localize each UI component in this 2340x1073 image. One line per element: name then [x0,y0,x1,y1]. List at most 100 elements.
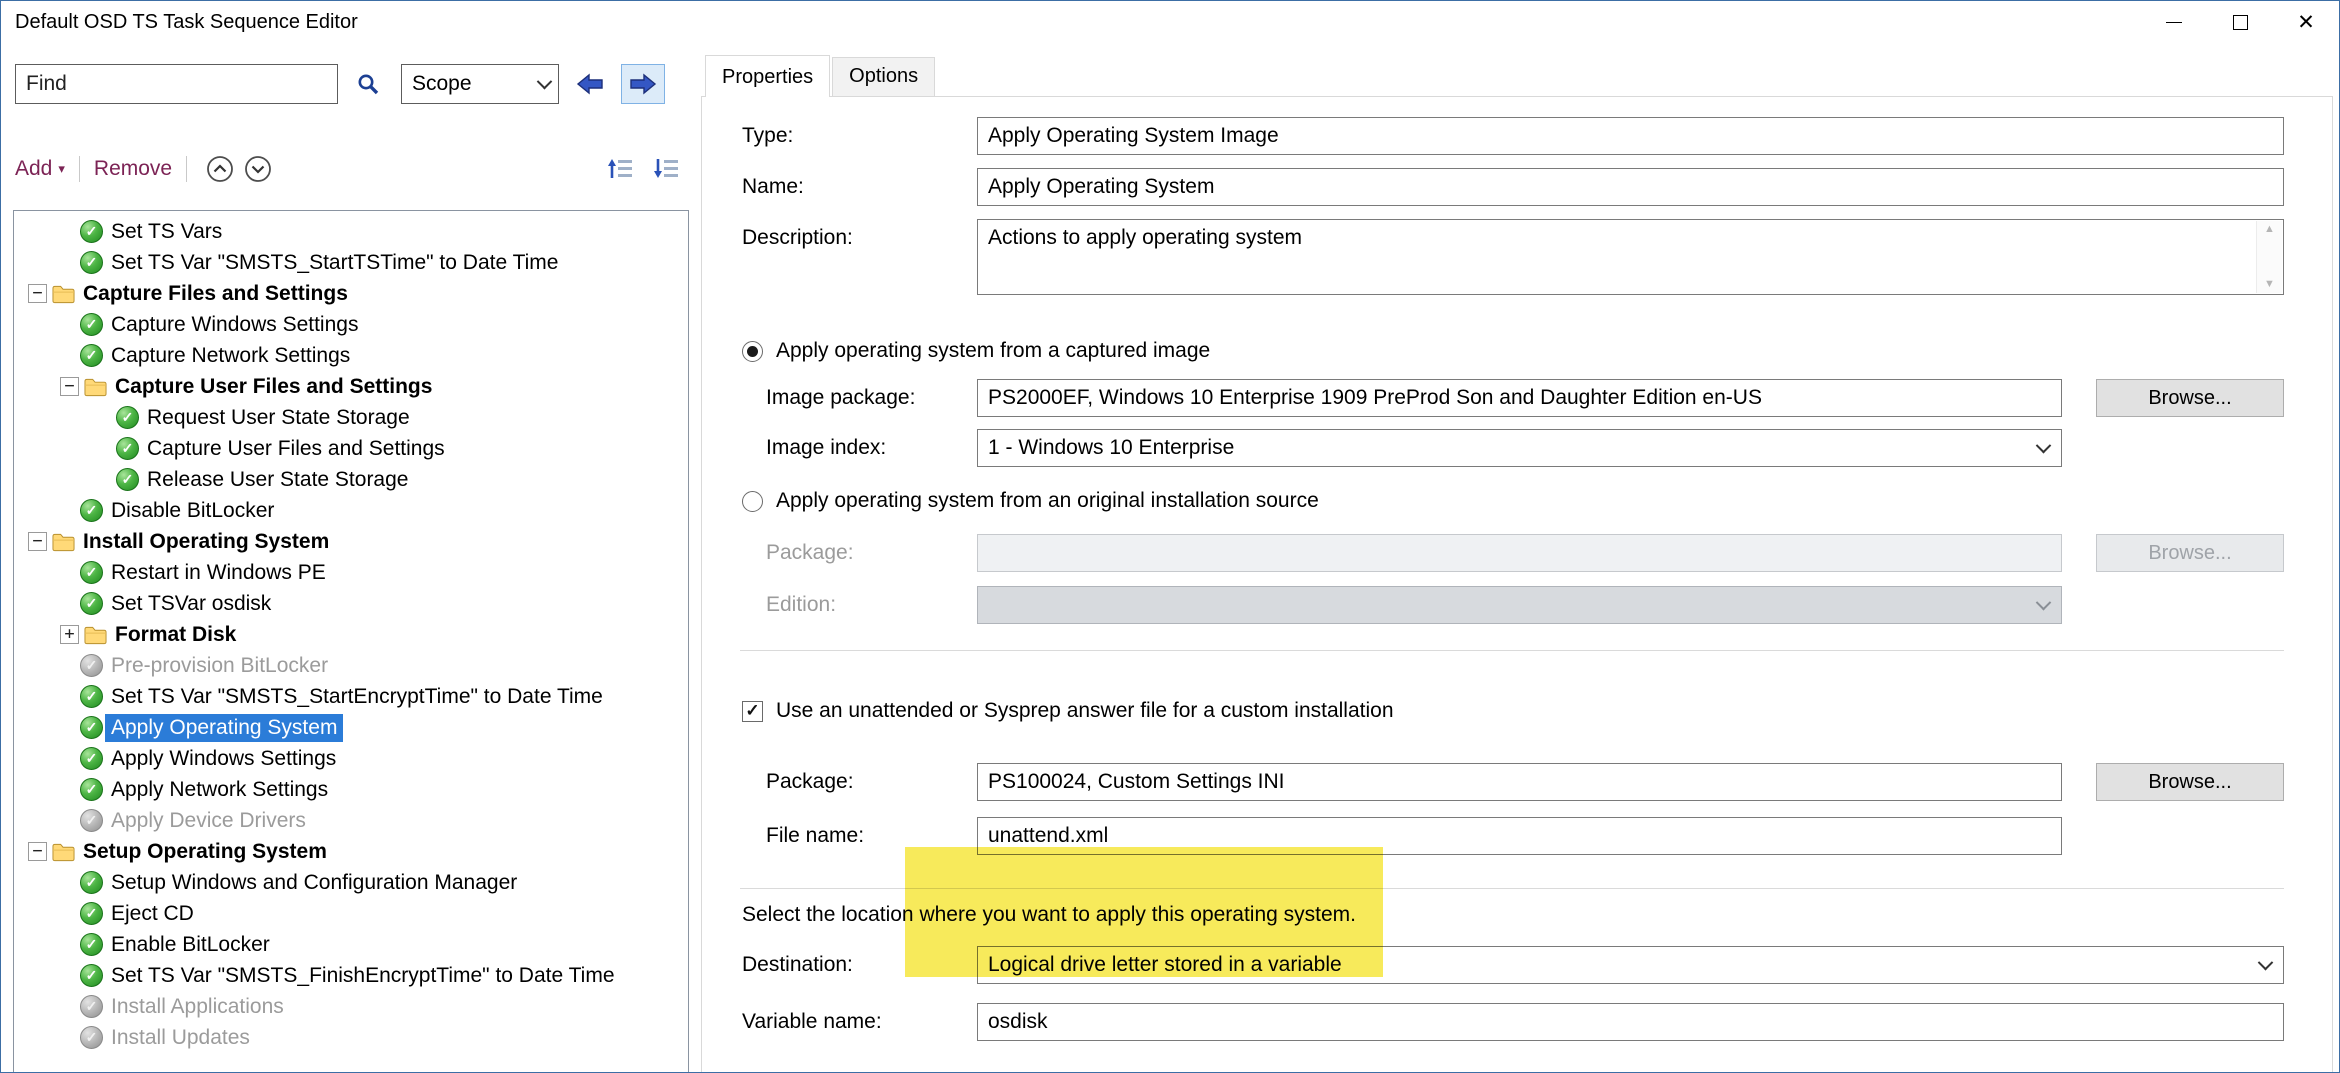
close-icon: ✕ [2297,12,2315,33]
tree-item[interactable]: −Setup Operating System [14,836,688,867]
tree-item-label: Set TS Var "SMSTS_FinishEncryptTime" to … [105,962,621,990]
tree-item[interactable]: ✓Set TS Vars [14,216,688,247]
radio-original-source-label: Apply operating system from an original … [776,489,1319,513]
tree-item[interactable]: ✓Apply Operating System [14,712,688,743]
chevron-down-icon [537,73,553,89]
remove-button[interactable]: Remove [94,157,172,181]
tree-item[interactable]: −Capture User Files and Settings [14,371,688,402]
unattend-package-browse-button[interactable]: Browse... [2096,763,2284,801]
tree-item-label: Set TS Var "SMSTS_StartTSTime" to Date T… [105,249,564,277]
tree-item[interactable]: ✓Enable BitLocker [14,929,688,960]
tree-item-label: Set TS Vars [105,218,228,246]
tree-item[interactable]: ✓Apply Windows Settings [14,743,688,774]
destination-label: Destination: [742,953,977,977]
move-down-button[interactable] [242,153,274,185]
tree-item[interactable]: ✓Set TS Var "SMSTS_FinishEncryptTime" to… [14,960,688,991]
radio-captured-image[interactable] [742,341,763,362]
tree-item[interactable]: ✓Capture User Files and Settings [14,433,688,464]
tree-item-label: Install Applications [105,993,290,1021]
step-success-icon: ✓ [80,344,103,367]
tree-item-label: Format Disk [109,621,242,649]
collapse-node-icon[interactable]: − [28,284,47,303]
step-success-icon: ✓ [80,220,103,243]
tree-item[interactable]: ✓Install Applications [14,991,688,1022]
tab-properties[interactable]: Properties [705,55,830,97]
tree-item[interactable]: ✓Set TS Var "SMSTS_StartTSTime" to Date … [14,247,688,278]
add-button[interactable]: Add ▾ [15,157,65,181]
tree-item[interactable]: + Format Disk [14,619,688,650]
radio-original-source[interactable] [742,491,763,512]
destination-select[interactable]: Logical drive letter stored in a variabl… [977,946,2284,984]
collapse-node-icon[interactable]: − [28,532,47,551]
unattend-package-field[interactable] [977,763,2062,801]
find-input[interactable] [15,64,338,104]
tree-item[interactable]: ✓Restart in Windows PE [14,557,688,588]
find-previous-button[interactable] [568,64,612,104]
image-index-label: Image index: [742,436,977,460]
scope-select[interactable]: Scope [401,64,559,104]
step-disabled-icon: ✓ [80,995,103,1018]
type-field[interactable] [977,117,2284,155]
file-name-field[interactable] [977,817,2062,855]
image-index-select[interactable]: 1 - Windows 10 Enterprise [977,429,2062,467]
description-label: Description: [742,219,977,250]
sequence-panel: Scope Add ▾ Remove [13,43,689,1072]
edition-select [977,586,2062,624]
step-success-icon: ✓ [80,561,103,584]
source-package-row: Package: Browse... [742,534,2284,572]
tree-item[interactable]: ✓Setup Windows and Configuration Manager [14,867,688,898]
step-disabled-icon: ✓ [80,1026,103,1049]
description-scrollbar[interactable]: ▲ ▼ [2256,221,2282,293]
image-index-value: 1 - Windows 10 Enterprise [988,436,1234,460]
tree-item-label: Capture User Files and Settings [141,435,451,463]
tree-item[interactable]: ✓Request User State Storage [14,402,688,433]
scroll-up-icon[interactable]: ▲ [2264,224,2275,235]
collapse-all-button[interactable] [601,151,643,187]
tree-item[interactable]: − Install Operating System [14,526,688,557]
maximize-button[interactable] [2207,1,2273,43]
group-folder-icon [84,375,107,398]
tree-item-label: Request User State Storage [141,404,416,432]
collapse-node-icon[interactable]: − [60,377,79,396]
arrow-right-icon [629,72,657,96]
tree-item[interactable]: ✓Capture Network Settings [14,340,688,371]
expand-all-button[interactable] [647,151,689,187]
find-next-button[interactable] [621,64,665,104]
unattend-checkbox[interactable]: ✓ [742,701,763,722]
tree-item[interactable]: ✓Pre-provision BitLocker [14,650,688,681]
search-button[interactable] [347,64,389,104]
move-up-button[interactable] [204,153,236,185]
tree-item-label: Enable BitLocker [105,931,276,959]
image-package-field[interactable] [977,379,2062,417]
window-controls: ✕ [2141,1,2339,43]
tree-item[interactable]: ✓Set TS Var "SMSTS_StartEncryptTime" to … [14,681,688,712]
collapse-node-icon[interactable]: − [28,842,47,861]
step-success-icon: ✓ [80,716,103,739]
tab-bar: Properties Options [701,56,2333,96]
tree-item[interactable]: ✓Apply Network Settings [14,774,688,805]
tree-item[interactable]: ✓Release User State Storage [14,464,688,495]
group-folder-icon [52,840,75,863]
tree-item[interactable]: ✓Apply Device Drivers [14,805,688,836]
tree-item-label: Install Operating System [77,528,335,556]
tree-item[interactable]: ✓Install Updates [14,1022,688,1053]
tree-item-label: Eject CD [105,900,200,928]
name-field[interactable] [977,168,2284,206]
close-button[interactable]: ✕ [2273,1,2339,43]
description-field[interactable]: Actions to apply operating system ▲ ▼ [977,219,2284,295]
description-value: Actions to apply operating system [988,226,1302,249]
tree-item[interactable]: −Capture Files and Settings [14,278,688,309]
variable-name-field[interactable] [977,1003,2284,1041]
tree-item[interactable]: ✓Capture Windows Settings [14,309,688,340]
minimize-button[interactable] [2141,1,2207,43]
step-success-icon: ✓ [116,468,139,491]
tree-item[interactable]: ✓Eject CD [14,898,688,929]
scroll-down-icon[interactable]: ▼ [2264,279,2275,290]
source-package-browse-button: Browse... [2096,534,2284,572]
tab-options[interactable]: Options [832,57,935,96]
tree-item[interactable]: ✓Disable BitLocker [14,495,688,526]
expand-node-icon[interactable]: + [60,625,79,644]
tree-item[interactable]: ✓Set TSVar osdisk [14,588,688,619]
step-success-icon: ✓ [116,406,139,429]
image-package-browse-button[interactable]: Browse... [2096,379,2284,417]
